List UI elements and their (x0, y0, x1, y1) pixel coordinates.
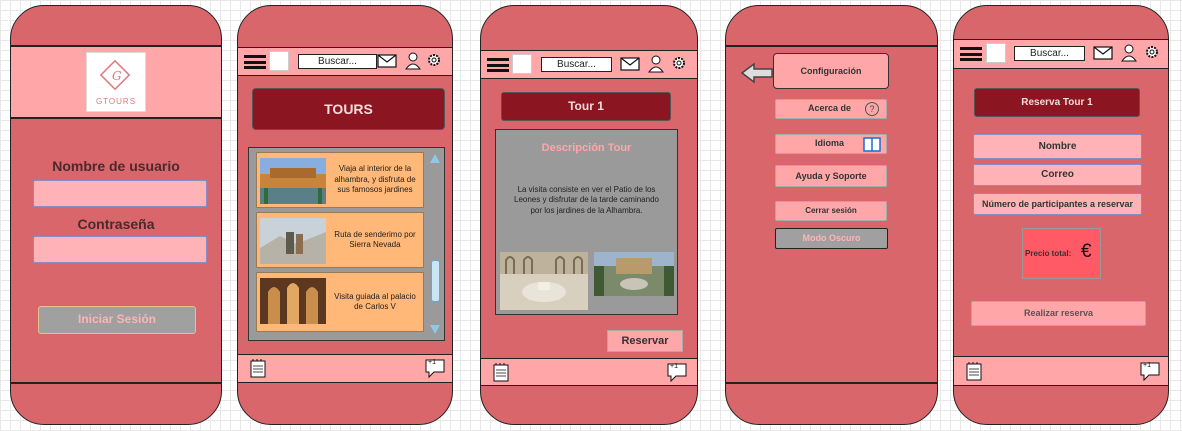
reservation-screen: Buscar... Reserva Tour 1 Nombre Correo N… (953, 5, 1169, 425)
email-field[interactable]: Correo (973, 164, 1142, 186)
username-input[interactable] (33, 180, 207, 207)
tours-list: Viaja al interior de la alhambra, y disf… (248, 147, 445, 341)
name-field[interactable]: Nombre (973, 134, 1142, 159)
book-icon (863, 137, 881, 152)
tours-screen: Buscar... TOURS Viaja al interior de la … (237, 5, 453, 425)
gear-icon[interactable] (1144, 44, 1160, 60)
mail-icon[interactable] (620, 57, 640, 71)
menu-icon[interactable] (960, 47, 982, 61)
search-input[interactable]: Buscar... (298, 54, 377, 69)
top-bar: Buscar... (238, 47, 452, 76)
notepad-icon[interactable] (249, 358, 267, 378)
mail-icon[interactable] (377, 54, 397, 68)
top-bar: Buscar... (481, 50, 697, 79)
gear-icon[interactable] (426, 52, 442, 68)
bottom-bar: +1 (238, 354, 452, 383)
user-icon[interactable] (1121, 44, 1137, 62)
chat-badge: +1 (670, 363, 678, 370)
notepad-icon[interactable] (965, 361, 983, 381)
notepad-icon[interactable] (492, 362, 510, 382)
username-label: Nombre de usuario (52, 158, 180, 174)
about-label: Acerca de (808, 103, 852, 113)
user-icon[interactable] (648, 55, 664, 73)
help-icon: ? (865, 102, 879, 116)
tour-photo-garden (594, 252, 674, 296)
list-item[interactable]: Ruta de senderimo por Sierra Nevada (256, 212, 424, 268)
tours-title: TOURS (252, 88, 445, 130)
svg-text:G: G (112, 69, 122, 83)
app-logo: G GTOURS (86, 52, 146, 112)
divider (11, 117, 221, 119)
about-button[interactable]: Acerca de ? (775, 99, 887, 119)
price-label: Precio total: (1025, 249, 1072, 258)
scroll-down-icon[interactable] (430, 325, 440, 334)
password-input[interactable] (33, 236, 207, 263)
chat-badge: +1 (428, 359, 436, 366)
list-item[interactable]: Viaja al interior de la alhambra, y disf… (256, 152, 424, 208)
language-button[interactable]: Idioma (775, 134, 887, 154)
settings-screen: Configuración Acerca de ? Idioma Ayuda y… (725, 5, 938, 425)
logo-banner: G GTOURS (11, 47, 221, 117)
search-input[interactable]: Buscar... (541, 57, 612, 72)
chat-badge: +1 (1143, 362, 1151, 369)
menu-icon[interactable] (487, 58, 509, 72)
support-button[interactable]: Ayuda y Soporte (775, 165, 887, 187)
top-bar: Buscar... (954, 39, 1168, 69)
price-box: Precio total: € (1022, 228, 1101, 279)
divider (11, 382, 221, 384)
bottom-bar: +1 (481, 358, 697, 386)
tour-image-sierra-nevada (260, 218, 326, 264)
dark-mode-button[interactable]: Modo Oscuro (775, 228, 888, 249)
logo-icon (512, 54, 532, 74)
login-screen: G GTOURS Nombre de usuario Contraseña In… (10, 5, 222, 425)
config-header: Configuración (773, 53, 889, 89)
scrollbar-thumb[interactable] (431, 260, 440, 302)
language-label: Idioma (815, 138, 845, 148)
tour-photo-patio-leones (500, 252, 588, 310)
search-input[interactable]: Buscar... (1014, 46, 1085, 61)
logo-text: GTOURS (95, 97, 137, 106)
description-text: La visita consiste en ver el Patio de lo… (514, 185, 659, 215)
gear-icon[interactable] (671, 55, 687, 71)
menu-icon[interactable] (244, 55, 266, 69)
user-icon[interactable] (405, 52, 421, 70)
tour-title: Tour 1 (501, 92, 671, 121)
list-item[interactable]: Visita guiada al palacio de Carlos V (256, 272, 424, 332)
divider (726, 382, 937, 384)
submit-reservation-button[interactable]: Realizar reserva (971, 301, 1146, 326)
reserve-button[interactable]: Reservar (607, 330, 683, 352)
tour-image-alhambra (260, 158, 326, 204)
tour-image-carlos-v (260, 278, 326, 324)
tour-description: Ruta de senderimo por Sierra Nevada (334, 229, 416, 249)
tour-description: Visita guiada al palacio de Carlos V (334, 291, 416, 311)
password-label: Contraseña (77, 216, 155, 232)
divider (726, 45, 937, 47)
reservation-title: Reserva Tour 1 (974, 88, 1140, 117)
description-heading: Descripción Tour (541, 142, 632, 154)
description-panel: Descripción Tour La visita consiste en v… (495, 129, 678, 315)
euro-icon: € (1081, 241, 1092, 262)
bottom-bar: +1 (954, 356, 1168, 386)
logo-icon (986, 43, 1006, 63)
scroll-up-icon[interactable] (430, 154, 440, 163)
tour-description: Viaja al interior de la alhambra, y disf… (334, 164, 416, 195)
logout-button[interactable]: Cerrar sesión (775, 201, 887, 221)
participants-field[interactable]: Número de participantes a reservar (973, 193, 1142, 215)
mail-icon[interactable] (1093, 46, 1113, 60)
login-button[interactable]: Iniciar Sesión (38, 306, 196, 334)
back-arrow-icon[interactable] (740, 62, 774, 84)
logo-icon (269, 51, 289, 71)
tour-detail-screen: Buscar... Tour 1 Descripción Tour La vis… (480, 5, 698, 425)
